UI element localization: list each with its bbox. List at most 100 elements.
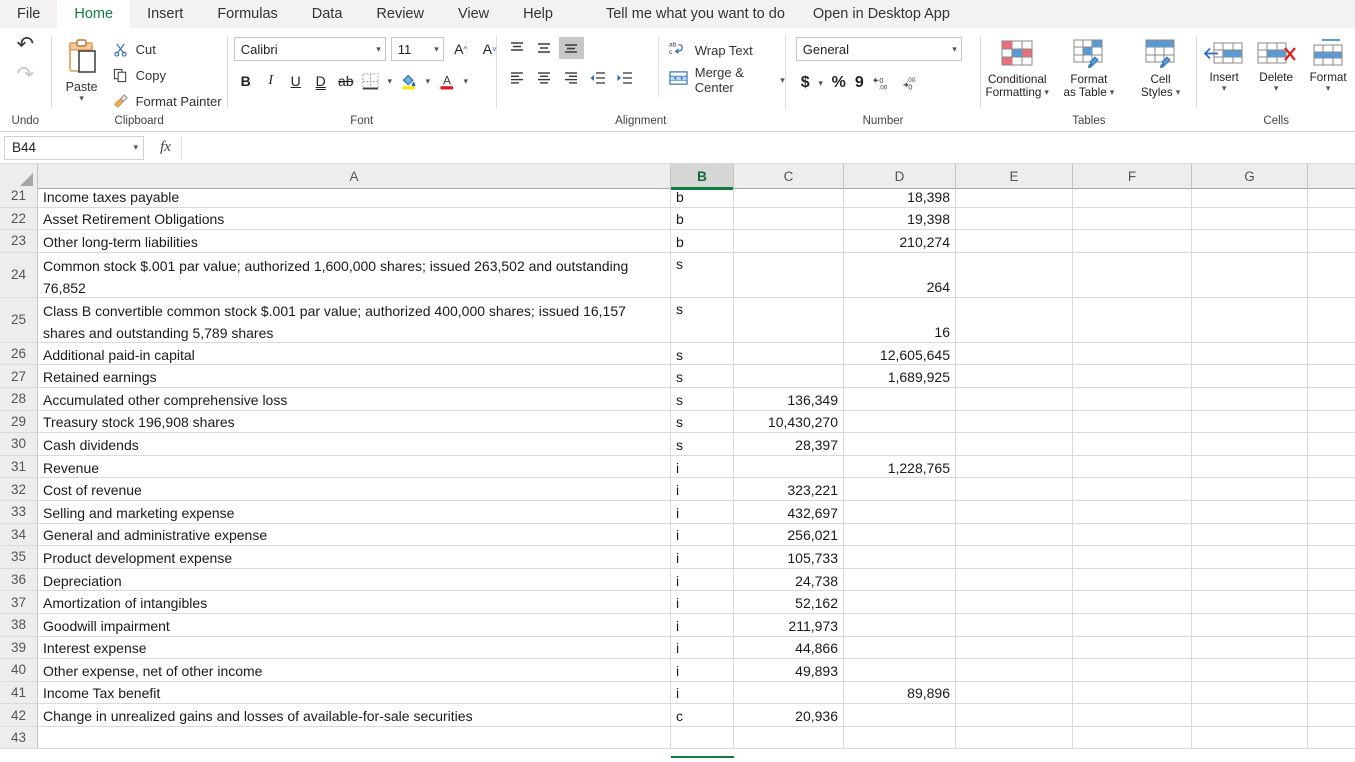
- row-header[interactable]: 40: [0, 659, 38, 682]
- cell-f[interactable]: [1073, 591, 1192, 614]
- cell-h[interactable]: [1308, 704, 1355, 727]
- cell-d[interactable]: [844, 568, 956, 592]
- cell-c[interactable]: 52,162: [734, 591, 844, 614]
- cell-d[interactable]: [844, 478, 956, 501]
- cell-f[interactable]: [1073, 252, 1192, 298]
- cell-g[interactable]: [1192, 189, 1308, 208]
- cell-b[interactable]: s: [671, 410, 734, 434]
- align-center-icon[interactable]: [532, 67, 557, 89]
- cell-g[interactable]: [1192, 523, 1308, 547]
- cell-g[interactable]: [1192, 546, 1308, 569]
- cell-b[interactable]: i: [671, 636, 734, 660]
- row-header[interactable]: 34: [0, 523, 38, 547]
- cell-e[interactable]: [956, 681, 1073, 705]
- cell-a[interactable]: Interest expense: [38, 636, 671, 660]
- cell-h[interactable]: [1308, 524, 1355, 547]
- cell-c[interactable]: [734, 681, 844, 705]
- cell-d[interactable]: 210,274: [844, 230, 956, 253]
- cell-d[interactable]: [844, 704, 956, 727]
- cell-d[interactable]: 1,228,765: [844, 455, 956, 479]
- font-name-input[interactable]: Calibri ▾: [233, 37, 386, 61]
- cell-h[interactable]: [1308, 727, 1355, 750]
- cell-f[interactable]: [1073, 230, 1192, 253]
- cell-b[interactable]: s: [671, 365, 734, 388]
- cell-b[interactable]: s: [671, 252, 734, 298]
- cell-e[interactable]: [956, 500, 1073, 524]
- cell-e[interactable]: [956, 659, 1073, 682]
- cell-e[interactable]: [956, 613, 1073, 637]
- cell-a[interactable]: Cash dividends: [38, 433, 671, 456]
- cell-e[interactable]: [956, 387, 1073, 411]
- cell-e[interactable]: [956, 523, 1073, 547]
- cell-c[interactable]: [734, 189, 844, 208]
- cell-d[interactable]: 264: [844, 252, 956, 298]
- row-header[interactable]: 24: [0, 252, 38, 298]
- cell-c[interactable]: [734, 726, 844, 750]
- cell-d[interactable]: 19,398: [844, 207, 956, 231]
- row-header[interactable]: 38: [0, 613, 38, 637]
- cell-c[interactable]: 24,738: [734, 568, 844, 592]
- cell-a[interactable]: Other long-term liabilities: [38, 230, 671, 253]
- cell-f[interactable]: [1073, 365, 1192, 388]
- cell-d[interactable]: [844, 523, 956, 547]
- cell-g[interactable]: [1192, 591, 1308, 614]
- cell-d[interactable]: [844, 433, 956, 456]
- cell-d[interactable]: [844, 613, 956, 637]
- cell-h[interactable]: [1308, 659, 1355, 682]
- cell-d[interactable]: [844, 591, 956, 614]
- cell-a[interactable]: Income Tax benefit: [38, 681, 671, 705]
- cell-g[interactable]: [1192, 230, 1308, 253]
- cut-button[interactable]: Cut: [112, 38, 222, 61]
- cell-a[interactable]: Asset Retirement Obligations: [38, 207, 671, 231]
- cell-d[interactable]: [844, 410, 956, 434]
- cell-a[interactable]: [38, 726, 671, 750]
- cell-e[interactable]: [956, 591, 1073, 614]
- font-name-chevron-down-icon[interactable]: ▾: [376, 44, 381, 54]
- cell-f[interactable]: [1073, 636, 1192, 660]
- cell-a[interactable]: Accumulated other comprehensive loss: [38, 387, 671, 411]
- comma-format-button[interactable]: 9: [852, 71, 867, 95]
- cell-c[interactable]: 136,349: [734, 387, 844, 411]
- tab-data[interactable]: Data: [295, 0, 360, 28]
- cell-a[interactable]: Retained earnings: [38, 365, 671, 388]
- cell-styles-chevron-down-icon[interactable]: ▾: [1176, 88, 1181, 97]
- cell-h[interactable]: [1308, 298, 1355, 343]
- row-header[interactable]: 37: [0, 591, 38, 614]
- row-header[interactable]: 27: [0, 365, 38, 388]
- cell-f[interactable]: [1073, 546, 1192, 569]
- cell-c[interactable]: 20,936: [734, 704, 844, 727]
- cell-g[interactable]: [1192, 252, 1308, 298]
- cell-c[interactable]: [734, 297, 844, 343]
- cell-f[interactable]: [1073, 342, 1192, 366]
- cell-b[interactable]: i: [671, 591, 734, 614]
- merge-center-button[interactable]: Merge & Center ▾: [669, 65, 785, 95]
- cell-h[interactable]: [1308, 411, 1355, 434]
- borders-icon[interactable]: [359, 69, 383, 93]
- cell-c[interactable]: 105,733: [734, 546, 844, 569]
- align-left-icon[interactable]: [505, 67, 530, 89]
- font-size-input[interactable]: 11 ▾: [390, 37, 444, 61]
- cell-c[interactable]: 44,866: [734, 636, 844, 660]
- cell-h[interactable]: [1308, 682, 1355, 705]
- cell-d[interactable]: 16: [844, 297, 956, 343]
- delete-cells-chevron-down-icon[interactable]: ▾: [1274, 84, 1279, 93]
- cell-g[interactable]: [1192, 207, 1308, 231]
- format-painter-button[interactable]: Format Painter: [112, 90, 222, 113]
- open-in-desktop-app-button[interactable]: Open in Desktop App: [799, 0, 964, 28]
- cell-c[interactable]: 28,397: [734, 433, 844, 456]
- cell-f[interactable]: [1073, 455, 1192, 479]
- column-header-e[interactable]: E: [956, 164, 1073, 189]
- increase-indent-icon[interactable]: [613, 67, 638, 89]
- cell-g[interactable]: [1192, 365, 1308, 388]
- cell-c[interactable]: 432,697: [734, 500, 844, 524]
- cell-f[interactable]: [1073, 207, 1192, 231]
- column-header-partial[interactable]: [1308, 164, 1355, 189]
- cell-c[interactable]: 323,221: [734, 478, 844, 501]
- cell-d[interactable]: 18,398: [844, 189, 956, 208]
- cell-b[interactable]: i: [671, 681, 734, 705]
- font-color-chevron-down-icon[interactable]: ▾: [460, 69, 472, 93]
- cell-f[interactable]: [1073, 659, 1192, 682]
- strikethrough-button[interactable]: ab: [334, 69, 358, 93]
- row-header[interactable]: 43: [0, 726, 38, 750]
- cell-a[interactable]: Depreciation: [38, 568, 671, 592]
